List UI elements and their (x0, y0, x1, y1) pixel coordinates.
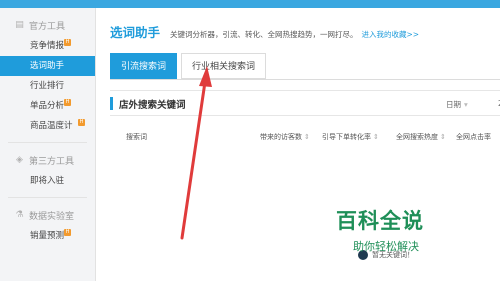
page-description: 关键词分析器，引流、转化、全网热搜趋势，一网打尽。 (170, 30, 358, 39)
sort-icon: ⇕ (440, 133, 446, 141)
sort-icon: ⇕ (304, 133, 310, 141)
sidebar-item-label: 商品温度计 (30, 121, 73, 131)
table-header: 搜索词 带来的访客数 ⇕ 引导下单转化率 ⇕ 全网搜索热度 ⇕ 全网点击率 (110, 130, 500, 144)
date-label: 日期 (446, 100, 461, 109)
flask-icon: ⚗ (15, 210, 24, 220)
watermark: 百科全说 助你轻松解决 (336, 205, 456, 254)
column-header-label: 带来的访客数 (260, 133, 302, 141)
sidebar-divider (8, 197, 87, 198)
page-title: 选词助手 (110, 25, 161, 40)
sidebar-item-keyword-helper[interactable]: 选词助手 (0, 56, 95, 76)
column-header-conversion[interactable]: 引导下单转化率 ⇕ (322, 132, 379, 142)
sort-icon: ⇕ (373, 133, 379, 141)
tools-icon: ▤ (15, 20, 24, 30)
favorites-link[interactable]: 进入我的收藏>> (362, 29, 420, 40)
hot-badge: H (64, 39, 71, 46)
watermark-subtitle: 助你轻松解决 (353, 240, 419, 253)
top-bar (0, 0, 500, 8)
sidebar-item-sales-forecast[interactable]: 销量预测 H (0, 226, 95, 246)
sidebar-item-label: 单品分析 (30, 101, 65, 111)
sidebar-item-product-analysis[interactable]: 单品分析 H (0, 96, 95, 116)
watermark-title: 百科全说 (336, 209, 424, 233)
hot-badge: H (64, 99, 71, 106)
column-header-keyword: 搜索词 (126, 133, 147, 141)
sidebar-item-label: 选词助手 (30, 61, 65, 71)
cube-icon: ◈ (16, 155, 23, 165)
sidebar: ▤ 官方工具 竞争情报 H 选词助手 行业排行 单品分析 H 商品温度计 H ◈… (0, 8, 96, 281)
sidebar-item-coming-soon[interactable]: 即将入驻 (0, 171, 95, 191)
section-title: 店外搜索关键词 (119, 100, 186, 111)
column-header-search-heat[interactable]: 全网搜索热度 ⇕ (396, 132, 446, 142)
sidebar-item-label: 即将入驻 (30, 176, 65, 186)
sidebar-item-label: 销量预测 (30, 231, 65, 241)
section-accent-bar (110, 97, 113, 110)
sidebar-group-data-lab: ⚗ 数据实验室 (0, 204, 95, 226)
sidebar-item-industry-ranking[interactable]: 行业排行 (0, 76, 95, 96)
sidebar-item-competitive-intel[interactable]: 竞争情报 H (0, 36, 95, 56)
sidebar-item-label: 行业排行 (30, 81, 65, 91)
sidebar-group-label: 第三方工具 (29, 156, 75, 167)
hot-badge: H (78, 119, 85, 126)
sidebar-divider (8, 142, 87, 143)
sidebar-group-label: 数据实验室 (29, 211, 75, 222)
sidebar-item-label: 竞争情报 (30, 41, 65, 51)
sidebar-group-third-party: ◈ 第三方工具 (0, 149, 95, 171)
column-header-click-rate[interactable]: 全网点击率 (456, 132, 491, 142)
date-selector[interactable]: 日期 ▾ (446, 99, 468, 110)
column-header-label: 全网搜索热度 (396, 133, 438, 141)
column-header-label: 引导下单转化率 (322, 133, 371, 141)
tab-industry-keywords[interactable]: 行业相关搜索词 (181, 53, 267, 79)
section-header: 店外搜索关键词 日期▾ 2015 (110, 90, 500, 116)
tab-traffic-keywords[interactable]: 引流搜索词 (110, 53, 178, 79)
sidebar-group-official: ▤ 官方工具 (0, 14, 95, 36)
sidebar-group-label: 官方工具 (29, 21, 66, 32)
sidebar-item-product-thermometer[interactable]: 商品温度计 H (0, 116, 95, 136)
column-header-visitors[interactable]: 带来的访客数 ⇕ (260, 132, 310, 142)
chevron-down-icon: ▾ (464, 100, 468, 109)
header: 选词助手 关键词分析器，引流、转化、全网热搜趋势，一网打尽。 进入我的收藏>> (110, 22, 419, 41)
hot-badge: H (64, 229, 71, 236)
tab-underline (110, 79, 500, 80)
tab-bar: 引流搜索词 行业相关搜索词 (110, 53, 270, 79)
